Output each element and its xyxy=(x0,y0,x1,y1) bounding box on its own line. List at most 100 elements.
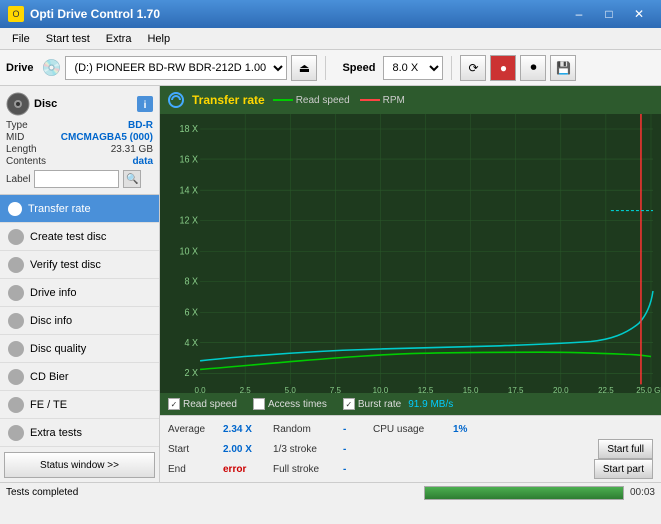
label-edit-button[interactable]: 🔍 xyxy=(123,170,141,188)
random-value: - xyxy=(343,424,373,435)
nav-label-extra-tests: Extra tests xyxy=(30,427,82,439)
menu-start-test[interactable]: Start test xyxy=(38,31,98,47)
nav-label-drive-info: Drive info xyxy=(30,287,76,299)
svg-text:12.5: 12.5 xyxy=(418,385,434,393)
mid-label: MID xyxy=(6,132,24,143)
separator2 xyxy=(451,56,452,80)
nav-cd-bier[interactable]: CD Bier xyxy=(0,363,159,391)
svg-text:10 X: 10 X xyxy=(180,246,199,256)
random-label: Random xyxy=(273,424,343,435)
nav-transfer-rate[interactable]: Transfer rate xyxy=(0,195,159,223)
svg-text:16 X: 16 X xyxy=(180,154,199,164)
chart-header: Transfer rate Read speed RPM xyxy=(160,86,661,114)
menu-help[interactable]: Help xyxy=(139,31,178,47)
legend-access-times-check[interactable]: Access times xyxy=(253,398,327,410)
nav-label-transfer-rate: Transfer rate xyxy=(28,203,91,215)
svg-text:25.0 GB: 25.0 GB xyxy=(636,385,661,393)
chart-svg: 18 X 16 X 14 X 12 X 10 X 8 X 6 X 4 X 2 X… xyxy=(160,114,661,393)
drive-icon: 💿 xyxy=(42,58,62,78)
average-label: Average xyxy=(168,424,223,435)
svg-text:2.5: 2.5 xyxy=(240,385,252,393)
nav-icon-extra-tests xyxy=(8,425,24,441)
nav-drive-info[interactable]: Drive info xyxy=(0,279,159,307)
stats-row-start: Start 2.00 X 1/3 stroke - Start full xyxy=(168,439,653,459)
chart-title: Transfer rate xyxy=(192,93,265,107)
svg-text:7.5: 7.5 xyxy=(330,385,342,393)
toolbar: Drive 💿 (D:) PIONEER BD-RW BDR-212D 1.00… xyxy=(0,50,661,86)
minimize-button[interactable]: – xyxy=(565,4,593,24)
fullstroke-value: - xyxy=(343,464,373,475)
disc-section-label: Disc xyxy=(34,98,57,110)
nav-extra-tests[interactable]: Extra tests xyxy=(0,419,159,447)
nav-create-test-disc[interactable]: Create test disc xyxy=(0,223,159,251)
app-icon: O xyxy=(8,6,24,22)
status-window-button[interactable]: Status window >> xyxy=(4,452,155,478)
nav-icon-cd-bier xyxy=(8,369,24,385)
svg-text:i: i xyxy=(144,100,147,111)
eject-button[interactable]: ⏏ xyxy=(291,55,317,81)
nav-icon-transfer-rate xyxy=(8,202,22,216)
stats-row-average: Average 2.34 X Random - CPU usage 1% xyxy=(168,419,653,439)
label-input[interactable] xyxy=(34,170,119,188)
separator xyxy=(325,56,326,80)
nav-disc-info[interactable]: Disc info xyxy=(0,307,159,335)
svg-text:10.0: 10.0 xyxy=(373,385,389,393)
legend-read-speed: Read speed xyxy=(273,95,350,106)
cpu-label: CPU usage xyxy=(373,424,453,435)
nav-icon-verify-test-disc xyxy=(8,257,24,273)
speed-select[interactable]: 8.0 X xyxy=(383,56,443,80)
burst-rate-value: 91.9 MB/s xyxy=(408,399,453,410)
start-full-button[interactable]: Start full xyxy=(598,439,653,459)
nav-icon-fe-te xyxy=(8,397,24,413)
end-label: End xyxy=(168,464,223,475)
main-content: Disc i Type BD-R MID CMCMAGBA5 (000) Len… xyxy=(0,86,661,482)
nav-label-cd-bier: CD Bier xyxy=(30,371,69,383)
read-speed-check-label: Read speed xyxy=(183,399,237,410)
menu-bar: File Start test Extra Help xyxy=(0,28,661,50)
burst-rate-checkbox[interactable]: ✓ xyxy=(343,398,355,410)
speed-label: Speed xyxy=(342,62,375,74)
close-button[interactable]: ✕ xyxy=(625,4,653,24)
legend-read-speed-check[interactable]: ✓ Read speed xyxy=(168,398,237,410)
legend-burst-rate-check[interactable]: ✓ Burst rate 91.9 MB/s xyxy=(343,398,453,410)
menu-file[interactable]: File xyxy=(4,31,38,47)
type-value: BD-R xyxy=(128,120,153,131)
start-value: 2.00 X xyxy=(223,444,273,455)
read-speed-checkbox[interactable]: ✓ xyxy=(168,398,180,410)
drive-select[interactable]: (D:) PIONEER BD-RW BDR-212D 1.00 xyxy=(65,56,287,80)
legend-read-color xyxy=(273,99,293,101)
menu-extra[interactable]: Extra xyxy=(98,31,140,47)
nav-icon-disc-info xyxy=(8,313,24,329)
window-controls: – □ ✕ xyxy=(565,4,653,24)
legend-rpm: RPM xyxy=(360,95,405,106)
disc-button2[interactable]: ⏺ xyxy=(520,55,546,81)
legend-rpm-label: RPM xyxy=(383,95,405,106)
status-time: 00:03 xyxy=(630,487,655,498)
stats-row-end: End error Full stroke - Start part xyxy=(168,459,653,479)
nav-verify-test-disc[interactable]: Verify test disc xyxy=(0,251,159,279)
disc-button1[interactable]: ● xyxy=(490,55,516,81)
status-bar: Tests completed 00:03 xyxy=(0,482,661,502)
refresh-button[interactable]: ⟳ xyxy=(460,55,486,81)
access-times-checkbox[interactable] xyxy=(253,398,265,410)
svg-text:15.0: 15.0 xyxy=(463,385,479,393)
nav-disc-quality[interactable]: Disc quality xyxy=(0,335,159,363)
length-value: 23.31 GB xyxy=(111,144,153,155)
average-value: 2.34 X xyxy=(223,424,273,435)
nav-icon-create-test-disc xyxy=(8,229,24,245)
type-label: Type xyxy=(6,120,28,131)
svg-text:6 X: 6 X xyxy=(185,307,199,317)
nav-icon-drive-info xyxy=(8,285,24,301)
legend-rpm-color xyxy=(360,99,380,101)
save-button[interactable]: 💾 xyxy=(550,55,576,81)
start-part-button[interactable]: Start part xyxy=(594,459,653,479)
legend-read-label: Read speed xyxy=(296,95,350,106)
length-label: Length xyxy=(6,144,37,155)
maximize-button[interactable]: □ xyxy=(595,4,623,24)
chart-area: 18 X 16 X 14 X 12 X 10 X 8 X 6 X 4 X 2 X… xyxy=(160,114,661,393)
drive-label: Drive xyxy=(6,62,34,74)
onethird-label: 1/3 stroke xyxy=(273,444,343,455)
right-panel: Transfer rate Read speed RPM xyxy=(160,86,661,482)
burst-rate-check-label: Burst rate xyxy=(358,399,401,410)
nav-fe-te[interactable]: FE / TE xyxy=(0,391,159,419)
